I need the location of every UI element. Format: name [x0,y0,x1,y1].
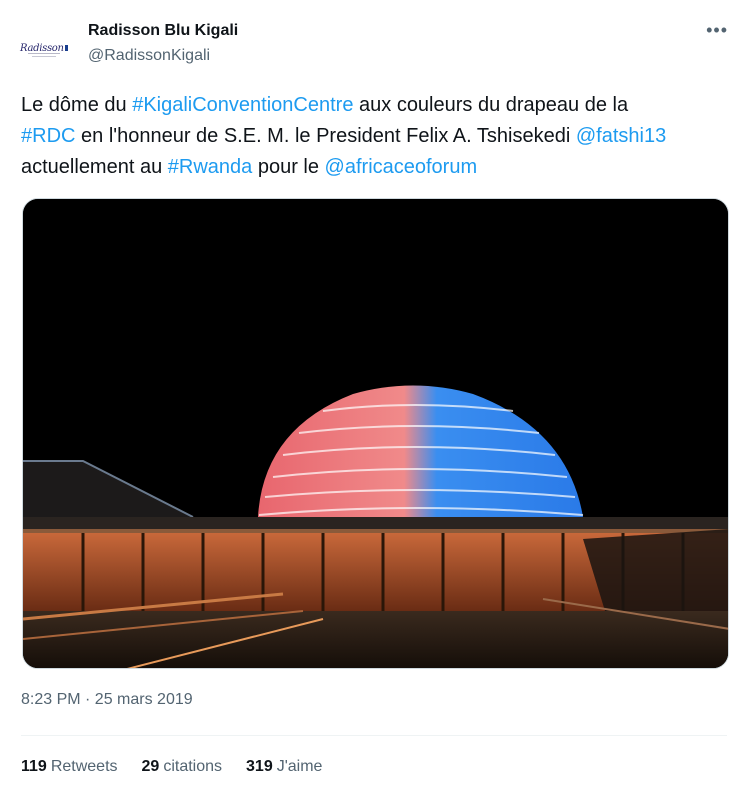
convention-centre-dome-photo [23,199,728,668]
tweet-text-segment: actuellement au [21,156,168,178]
retweets-label: Retweets [50,758,118,775]
more-icon[interactable]: ••• [706,20,728,41]
tweet-text-segment: aux couleurs du drapeau de la [353,94,629,116]
retweets-stat[interactable]: 119 Retweets [21,758,118,776]
hashtag-link[interactable]: #KigaliConventionCentre [132,94,353,116]
quotes-label: citations [163,758,223,775]
mention-link[interactable]: @fatshi13 [576,125,666,147]
radisson-logo-icon: Radisson [20,24,68,72]
hashtag-link[interactable]: #RDC [21,125,75,147]
tweet-timestamp[interactable]: 8:23 PM · 25 mars 2019 [21,691,193,709]
engagement-stats: 119 Retweets 29 citations 319 J'aime [21,758,322,776]
user-handle[interactable]: @RadissonKigali [88,47,210,65]
retweets-count: 119 [21,758,47,775]
quotes-count: 29 [141,758,160,775]
likes-label: J'aime [276,758,323,775]
display-name[interactable]: Radisson Blu Kigali [88,22,238,40]
tweet-text-segment: Le dôme du [21,94,133,116]
tweet-text-segment: en l'honneur de S.E. M. le President Fel… [75,125,576,147]
tweet-text-segment: pour le [252,156,325,178]
likes-stat[interactable]: 319 J'aime [246,758,322,776]
avatar[interactable]: Radisson [20,24,68,72]
quotes-stat[interactable]: 29 citations [142,758,223,776]
likes-count: 319 [246,758,273,775]
tweet-photo[interactable] [22,198,729,669]
hashtag-link[interactable]: #Rwanda [168,156,253,178]
divider [21,735,727,736]
tweet-text: Le dôme du #KigaliConventionCentre aux c… [21,90,726,183]
mention-link[interactable]: @africaceoforum [325,156,478,178]
